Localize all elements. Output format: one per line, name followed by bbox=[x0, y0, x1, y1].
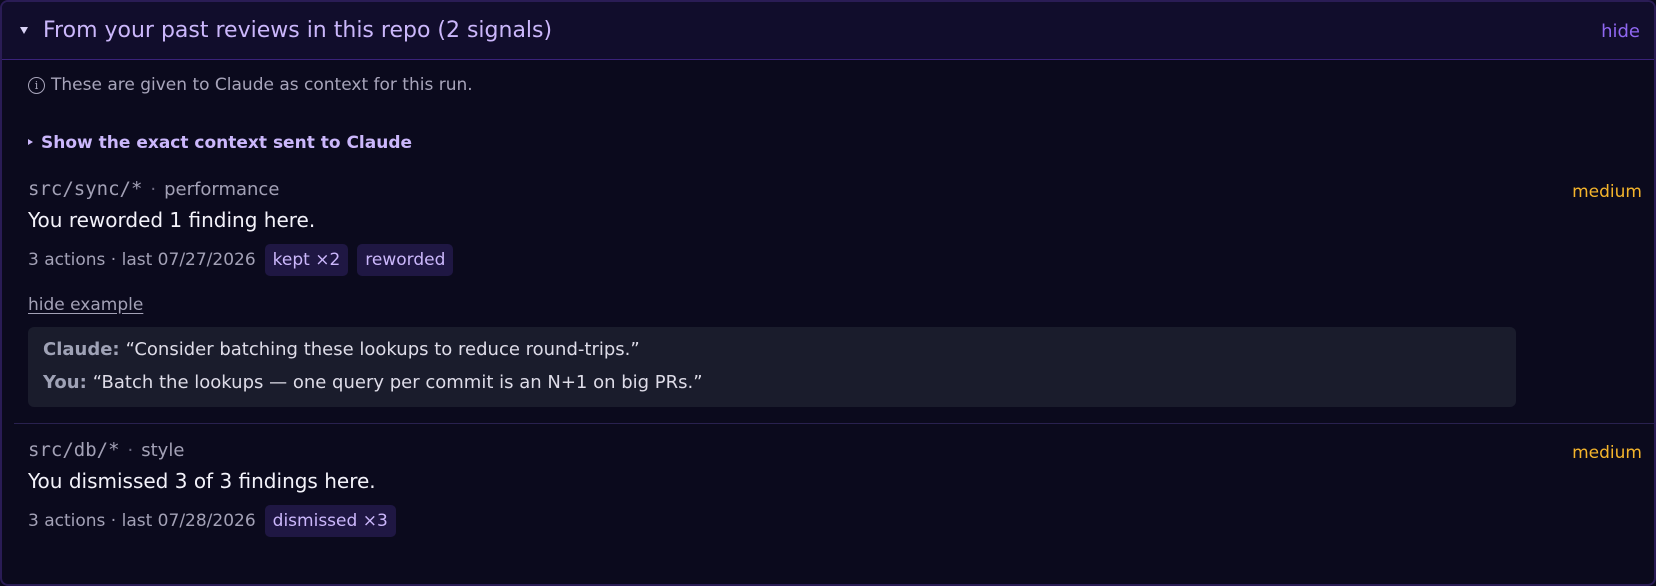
signal-summary: You dismissed 3 of 3 findings here. bbox=[28, 469, 376, 493]
example-claude-text: “Consider batching these lookups to redu… bbox=[125, 339, 640, 360]
panel-header[interactable]: From your past reviews in this repo (2 s… bbox=[2, 2, 1654, 60]
info-icon: i bbox=[28, 77, 45, 94]
tag-reworded: reworded bbox=[357, 244, 454, 276]
tag-dismissed: dismissed ×3 bbox=[264, 505, 396, 537]
severity-badge: medium bbox=[1572, 443, 1642, 463]
signal-category: performance bbox=[164, 179, 280, 200]
signal-summary: You reworded 1 finding here. bbox=[28, 208, 316, 232]
signal-heading: src/db/* · style bbox=[28, 439, 184, 461]
show-context-toggle[interactable]: Show the exact context sent to Claude bbox=[28, 133, 412, 153]
signal-heading: src/sync/* · performance bbox=[28, 178, 279, 200]
example-you-line: You: “Batch the lookups — one query per c… bbox=[43, 372, 703, 393]
separator-dot: · bbox=[127, 440, 134, 461]
example-claude-label: Claude: bbox=[43, 339, 120, 360]
signal-path: src/sync/* bbox=[28, 178, 143, 200]
signal-meta: 3 actions · last 07/27/2026 bbox=[28, 250, 256, 270]
signal-meta-row: 3 actions · last 07/27/2026 kept ×2 rewo… bbox=[28, 243, 462, 277]
example-you-label: You: bbox=[43, 372, 87, 393]
show-context-label: Show the exact context sent to Claude bbox=[41, 133, 413, 153]
separator-dot: · bbox=[150, 179, 157, 200]
signal-divider bbox=[14, 423, 1654, 424]
hide-panel-link[interactable]: hide bbox=[1601, 21, 1640, 42]
signal-path: src/db/* bbox=[28, 439, 120, 461]
severity-badge: medium bbox=[1572, 182, 1642, 202]
signal-meta: 3 actions · last 07/28/2026 bbox=[28, 511, 256, 531]
hide-example-link[interactable]: hide example bbox=[28, 295, 143, 315]
signal-meta-row: 3 actions · last 07/28/2026 dismissed ×3 bbox=[28, 504, 405, 538]
example-box: Claude: “Consider batching these lookups … bbox=[28, 327, 1516, 407]
example-claude-line: Claude: “Consider batching these lookups … bbox=[43, 339, 640, 360]
caret-right-icon bbox=[28, 139, 33, 145]
example-you-text: “Batch the lookups — one query per commi… bbox=[92, 372, 703, 393]
tag-kept: kept ×2 bbox=[264, 244, 349, 276]
context-note-text: These are given to Claude as context for… bbox=[51, 75, 473, 95]
panel-title[interactable]: From your past reviews in this repo (2 s… bbox=[43, 18, 552, 43]
context-note: i These are given to Claude as context fo… bbox=[28, 75, 473, 95]
past-reviews-panel: From your past reviews in this repo (2 s… bbox=[0, 0, 1656, 586]
caret-down-icon[interactable] bbox=[20, 27, 28, 34]
signal-category: style bbox=[141, 440, 185, 461]
